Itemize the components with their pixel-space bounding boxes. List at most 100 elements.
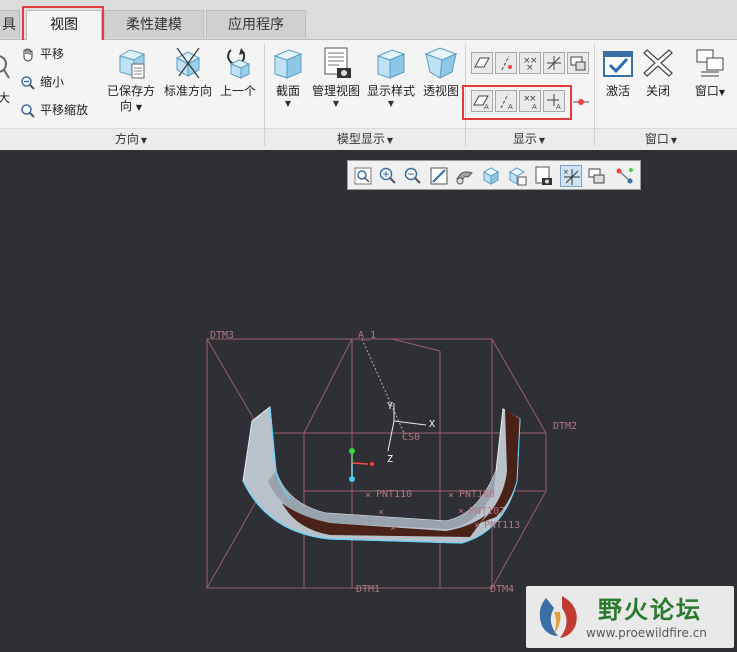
saved-views-icon [456,171,473,185]
forum-logo-icon [539,596,577,638]
saved-orientation-toolbar-button[interactable] [506,165,528,187]
standard-orientation-button[interactable]: 标准方向 [162,46,214,99]
plane-display-toggle[interactable] [471,52,493,74]
saved-orientation-dropdown-icon: ▼ [135,103,142,112]
pan-zoom-button[interactable]: 平移缩放 [20,100,88,120]
activate-label: 激活 [605,84,630,98]
annotation-display-icon [570,56,586,71]
tab-applications[interactable]: 应用程序 [206,10,306,38]
previous-orientation-button[interactable]: 上一个 [216,46,260,99]
repaint-button[interactable] [428,165,450,187]
window-menu-button[interactable]: 窗口▼ [688,46,732,100]
csys-display-toggle[interactable] [543,52,565,74]
close-icon [643,49,673,77]
annotation-display-toggle[interactable] [567,52,589,74]
repaint-icon [430,167,448,185]
spin-center-toolbar-button[interactable] [614,165,636,187]
csys-cs0-tag[interactable]: CS0 [402,432,420,443]
tab-flexible-modeling[interactable]: 柔性建模 [104,10,204,38]
magnifier-icon [0,55,10,79]
perspective-button[interactable]: 透视图 [420,46,462,99]
zoom-out-icon [21,75,35,90]
display-style-icon [376,49,406,79]
hand-icon [23,48,33,62]
point-display-toggle[interactable]: × × × [519,52,541,74]
csys-y-label: Y [387,401,393,412]
activate-icon [603,51,633,77]
graphics-toolbar: × [347,160,641,190]
pan-zoom-label: 平移缩放 [40,103,89,117]
group-label-window[interactable]: 窗口 ▼ [596,130,726,147]
ribbon-tab-bar: 具 视图 柔性建模 应用程序 [0,0,737,45]
ribbon: 大 平移 缩小 平移缩放 已保存方 向 ▼ 标准方向 上一个 方向 ▼ 截面 ▼… [0,40,737,150]
zoom-out-button[interactable]: 缩小 [20,72,64,92]
section-dropdown-icon: ▼ [284,99,292,108]
section-icon [273,49,303,79]
point-marker: × [458,506,464,517]
saved-views-button[interactable] [454,165,476,187]
perspective-icon [424,47,458,79]
point-marker: × [365,490,371,501]
tab-tools[interactable]: 具 [0,10,20,38]
group-label-orientation[interactable]: 方向 ▼ [0,130,262,147]
saved-orientation-button[interactable]: 已保存方 向 ▼ [104,46,158,115]
model-scene[interactable]: Y X Z DTM3 DTM2 DTM1 DTM4 A_1 CS0 × PNT1… [0,151,737,652]
zoom-in-button[interactable] [377,165,399,187]
pan-label: 平移 [40,47,65,61]
dtm2-tag[interactable]: DTM2 [553,421,577,432]
zoom-in-icon [379,167,396,184]
manage-views-label: 管理视图 [311,84,360,98]
window-dropdown-icon: ▼ [718,88,726,97]
manage-views-button[interactable]: 管理视图 ▼ [310,46,362,109]
axis-display-toggle[interactable] [495,52,517,74]
dtm1-tag[interactable]: DTM1 [356,584,380,595]
axis-a1-tag[interactable]: A_1 [358,330,376,341]
point-marker: × [378,507,384,518]
dtm3-tag[interactable]: DTM3 [210,330,234,341]
view-manager-icon [535,166,552,185]
window-icon [696,49,724,77]
group-label-model-display[interactable]: 模型显示 ▼ [266,130,464,147]
close-window-label: 关闭 [645,84,670,98]
pan-zoom-icon [21,103,35,118]
shaded-cube-icon [482,167,500,185]
csys-x-label: X [429,419,435,430]
datum-display-filter-button[interactable]: × [560,165,582,187]
point-tag-pnt113[interactable]: PNT113 [484,520,520,531]
section-button[interactable]: 截面 ▼ [268,46,308,109]
section-label: 截面 [275,84,300,98]
zoom-in-partial-label[interactable]: 大 [0,88,10,108]
point-tag-pnt110[interactable]: PNT110 [376,489,412,500]
dtm4-tag[interactable]: DTM4 [490,584,514,595]
display-tags-highlight-box [462,85,572,120]
pan-button[interactable]: 平移 [20,44,64,64]
forum-title: 野火论坛 [598,596,702,624]
datum-plane-dtm1[interactable] [303,338,353,588]
csys-display-icon [547,56,561,70]
display-style-dropdown-icon: ▼ [387,99,395,108]
annotation-display-toolbar-button[interactable] [586,165,608,187]
refit-button[interactable] [352,165,374,187]
zoom-out-toolbar-button[interactable] [402,165,424,187]
point-tag-pnt108[interactable]: PNT108 [459,489,495,500]
view-orientation-triad [349,448,374,482]
display-style-button[interactable]: 显示样式 ▼ [364,46,418,109]
datum-display-icon: × [563,168,580,185]
group-label-display[interactable]: 显示 ▼ [466,130,592,147]
standard-orientation-icon [175,47,201,79]
group-separator [594,44,595,146]
point-tag-pnt107[interactable]: PNT107 [469,506,505,517]
point-marker: × [390,523,396,534]
view-manager-toolbar-button[interactable] [532,165,554,187]
plane-display-icon [474,57,490,68]
point-marker: × [474,520,480,531]
forum-watermark: 野火论坛 www.proewildfire.cn [526,586,734,648]
close-window-button[interactable]: 关闭 [638,46,678,99]
display-style-toolbar-button[interactable] [480,165,502,187]
annotation-display-icon [588,168,605,184]
spin-center-icon[interactable] [571,93,591,111]
point-display-icon: × ×× [523,56,538,73]
axis-a1-line[interactable] [361,338,405,434]
activate-button[interactable]: 激活 [598,46,638,99]
graphics-viewport[interactable]: Y X Z DTM3 DTM2 DTM1 DTM4 A_1 CS0 × PNT1… [0,151,737,652]
